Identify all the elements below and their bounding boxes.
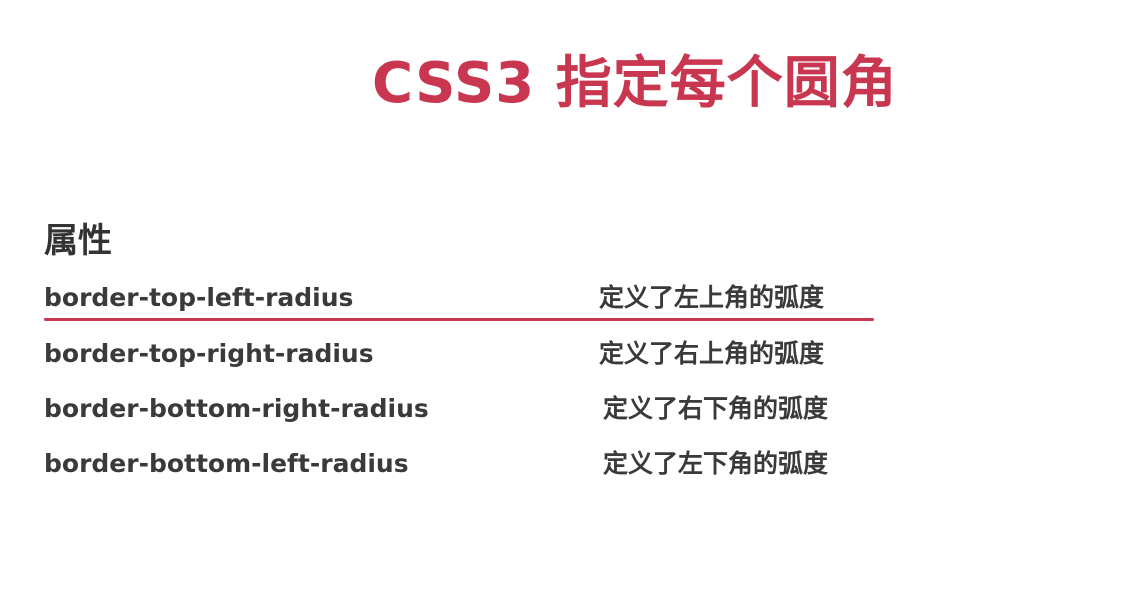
- slide-title: CSS3 指定每个圆角: [372, 51, 898, 116]
- property-description: 定义了左下角的弧度: [603, 449, 829, 478]
- property-description: 定义了右上角的弧度: [599, 339, 825, 368]
- property-row-bottom-right: border-bottom-right-radius 定义了右下角的弧度: [44, 389, 884, 429]
- property-name: border-bottom-right-radius: [44, 394, 429, 423]
- highlight-underline: [44, 318, 874, 321]
- property-description: 定义了左上角的弧度: [599, 283, 825, 312]
- section-heading: 属性: [44, 221, 112, 261]
- slide: CSS3 指定每个圆角 属性 border-top-left-radius 定义…: [0, 0, 1141, 595]
- property-name: border-top-right-radius: [44, 339, 374, 368]
- property-description: 定义了右下角的弧度: [603, 394, 829, 423]
- property-name: border-bottom-left-radius: [44, 449, 409, 478]
- property-row-top-left: border-top-left-radius 定义了左上角的弧度: [44, 278, 884, 318]
- property-name: border-top-left-radius: [44, 283, 354, 312]
- property-row-bottom-left: border-bottom-left-radius 定义了左下角的弧度: [44, 444, 884, 484]
- property-row-top-right: border-top-right-radius 定义了右上角的弧度: [44, 334, 884, 374]
